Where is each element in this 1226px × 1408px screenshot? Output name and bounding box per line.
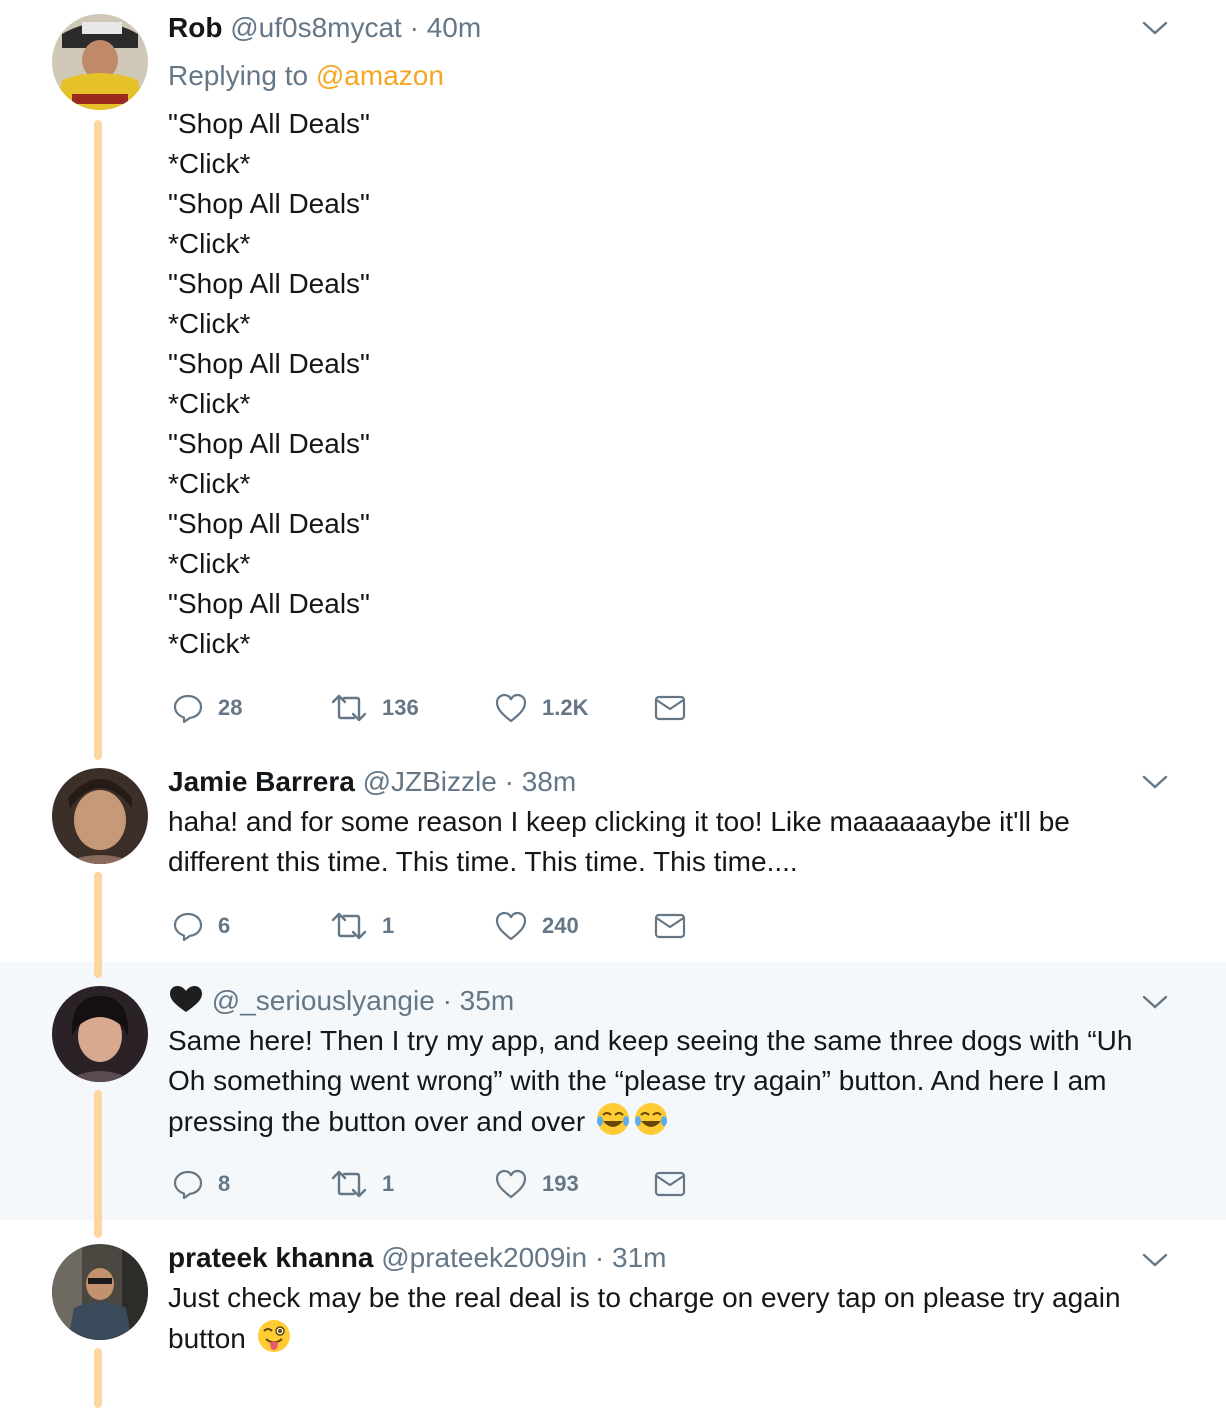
replying-to-label: Replying to [168, 60, 309, 91]
text-line: *Click* [168, 628, 251, 659]
reply-button[interactable]: 28 [172, 690, 242, 726]
tweet-rob[interactable]: Rob @uf0s8mycat · 40m Replying to @amazo… [0, 0, 1226, 760]
like-button[interactable]: 240 [494, 908, 579, 944]
text-line: *Click* [168, 308, 251, 339]
retweet-icon [331, 912, 367, 940]
thread-line [94, 1220, 102, 1236]
text-line: "Shop All Deals" [168, 268, 370, 299]
reply-icon [173, 912, 203, 942]
avatar[interactable] [52, 1244, 148, 1340]
retweet-button[interactable]: 136 [330, 690, 419, 726]
user-handle[interactable]: @JZBizzle [363, 766, 497, 797]
winking-tongue-emoji-icon [257, 1320, 290, 1352]
mention-link[interactable]: @amazon [316, 60, 444, 91]
like-count: 193 [542, 1171, 579, 1196]
heart-icon [495, 911, 527, 941]
reply-count: 6 [218, 913, 231, 938]
retweet-count: 136 [382, 695, 419, 720]
like-button[interactable]: 1.2K [494, 690, 588, 726]
envelope-icon [654, 1171, 686, 1197]
retweet-count: 1 [382, 1171, 395, 1196]
tweet-header: @_seriouslyangie · 35m [168, 984, 1166, 1017]
separator: · [504, 766, 514, 797]
tweet-header: Jamie Barrera @JZBizzle · 38m [168, 766, 1166, 798]
text-line: *Click* [168, 548, 251, 579]
chevron-down-icon[interactable] [1142, 1250, 1168, 1270]
replying-to: Replying to @amazon [168, 60, 1166, 92]
retweet-icon [331, 694, 367, 722]
heart-icon [495, 1169, 527, 1199]
chevron-down-icon[interactable] [1142, 18, 1168, 38]
user-handle[interactable]: @prateek2009in [381, 1242, 587, 1273]
tears-of-joy-emoji-icon [596, 1103, 629, 1135]
text-line: *Click* [168, 228, 251, 259]
retweet-icon [331, 1170, 367, 1198]
reply-icon [173, 694, 203, 724]
display-name[interactable]: Rob [168, 12, 222, 43]
reply-count: 28 [218, 695, 243, 720]
timestamp[interactable]: 35m [460, 985, 514, 1016]
timestamp[interactable]: 40m [427, 12, 481, 43]
display-name[interactable]: prateek khanna [168, 1242, 373, 1273]
tweet-text: Same here! Then I try my app, and keep s… [168, 1021, 1166, 1142]
avatar[interactable] [52, 986, 148, 1082]
like-count: 240 [542, 913, 579, 938]
tweet-prateek[interactable]: prateek khanna @prateek2009in · 31m Just… [0, 1220, 1226, 1408]
text-line: "Shop All Deals" [168, 428, 370, 459]
message-button[interactable] [654, 1166, 686, 1202]
retweet-count: 1 [382, 913, 395, 938]
tweet-header: Rob @uf0s8mycat · 40m [168, 12, 1166, 44]
retweet-button[interactable]: 1 [330, 1166, 394, 1202]
thread-line [94, 872, 102, 978]
retweet-button[interactable]: 1 [330, 908, 394, 944]
text-line: "Shop All Deals" [168, 108, 370, 139]
timestamp[interactable]: 38m [522, 766, 576, 797]
text-line: *Click* [168, 468, 251, 499]
text-line: *Click* [168, 148, 251, 179]
tears-of-joy-emoji-icon [634, 1103, 667, 1135]
reply-button[interactable]: 8 [172, 1166, 230, 1202]
tweet-header: prateek khanna @prateek2009in · 31m [168, 1242, 1166, 1274]
message-button[interactable] [654, 690, 686, 726]
like-count: 1.2K [542, 695, 589, 720]
tweet-text: Just check may be the real deal is to ch… [168, 1278, 1166, 1359]
thread-line [94, 1090, 102, 1238]
text-line: "Shop All Deals" [168, 508, 370, 539]
chevron-down-icon[interactable] [1142, 772, 1168, 792]
envelope-icon [654, 695, 686, 721]
separator: · [594, 1242, 605, 1273]
like-button[interactable]: 193 [494, 1166, 579, 1202]
user-handle[interactable]: @uf0s8mycat [230, 12, 402, 43]
chevron-down-icon[interactable] [1142, 992, 1168, 1012]
avatar[interactable] [52, 768, 148, 864]
separator: · [442, 985, 452, 1016]
user-handle[interactable]: @_seriouslyangie [212, 985, 435, 1016]
heart-icon [495, 693, 527, 723]
timestamp[interactable]: 31m [612, 1242, 666, 1273]
tweet-jamie[interactable]: Jamie Barrera @JZBizzle · 38m haha! and … [0, 760, 1226, 980]
reply-icon [173, 1170, 203, 1200]
reply-count: 8 [218, 1171, 231, 1196]
text-line: "Shop All Deals" [168, 188, 370, 219]
thread-line [94, 120, 102, 760]
text-line: *Click* [168, 388, 251, 419]
display-name[interactable]: Jamie Barrera [168, 766, 355, 797]
tweet-seriouslyangie[interactable]: @_seriouslyangie · 35m Same here! Then I… [0, 872, 1226, 1238]
tweet-text: "Shop All Deals" *Click* "Shop All Deals… [168, 104, 1166, 664]
reply-button[interactable]: 6 [172, 908, 230, 944]
avatar[interactable] [52, 14, 148, 110]
tweet-text-content: Just check may be the real deal is to ch… [168, 1282, 1121, 1354]
tweet-text: haha! and for some reason I keep clickin… [168, 806, 1070, 877]
text-line: "Shop All Deals" [168, 588, 370, 619]
text-line: "Shop All Deals" [168, 348, 370, 379]
thread-line [94, 1348, 102, 1408]
envelope-icon [654, 913, 686, 939]
separator: · [409, 12, 419, 43]
message-button[interactable] [654, 908, 686, 944]
black-heart-icon [170, 986, 202, 1012]
